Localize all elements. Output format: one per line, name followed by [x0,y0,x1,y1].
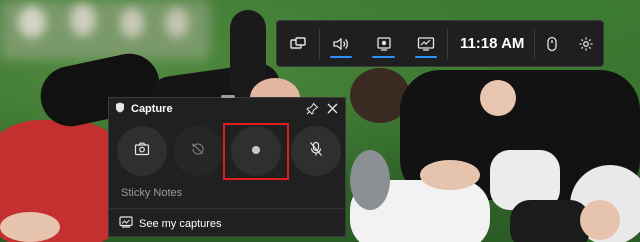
photo-shape [420,160,480,190]
capture-buttons [109,123,345,180]
audio-button[interactable] [320,21,362,66]
widget-menu-icon [290,36,306,51]
widget-menu-button[interactable] [277,21,319,66]
capture-widget: Capture Sticky Notes See my captures [108,95,346,238]
clock: 11:18 AM [459,35,525,52]
performance-button[interactable] [405,21,447,66]
photo-shape [350,150,390,210]
active-indicator [414,56,437,58]
close-icon [326,102,339,119]
game-bar: 11:18 AM [276,20,604,67]
performance-icon [417,36,435,52]
capture-title: Capture [131,103,173,115]
settings-button[interactable] [569,21,603,66]
see-my-captures-label: See my captures [139,217,222,230]
mouse-button[interactable] [535,21,569,66]
settings-icon [578,36,594,52]
screenshot-icon [134,142,150,161]
active-indicator [372,56,395,58]
close-button[interactable] [326,102,339,120]
photo-shape [510,200,590,242]
capture-button[interactable] [362,21,404,66]
mouse-icon [546,36,558,52]
record-last-30s-button[interactable] [173,126,223,176]
sticky-notes-label: Sticky Notes [121,187,183,199]
photo-shape [120,8,144,38]
screenshot-button[interactable] [117,126,167,176]
record-last-30s-icon [190,141,206,162]
capture-widget-icon [115,100,125,118]
active-indicator [330,56,353,58]
photo-shape [165,8,189,38]
highlight-box [223,123,289,180]
see-my-captures-link[interactable]: See my captures [109,208,345,238]
capture-icon [376,36,392,52]
photo-shape [18,6,46,38]
photo-shape [480,80,516,116]
gallery-icon [119,215,133,233]
microphone-off-icon [309,141,323,162]
photo-shape [70,4,96,36]
audio-icon [332,37,350,51]
microphone-toggle-button[interactable] [291,126,341,176]
photo-shape [0,212,60,242]
pin-icon [306,102,319,119]
pin-button[interactable] [306,102,319,120]
photo-shape [580,200,620,240]
